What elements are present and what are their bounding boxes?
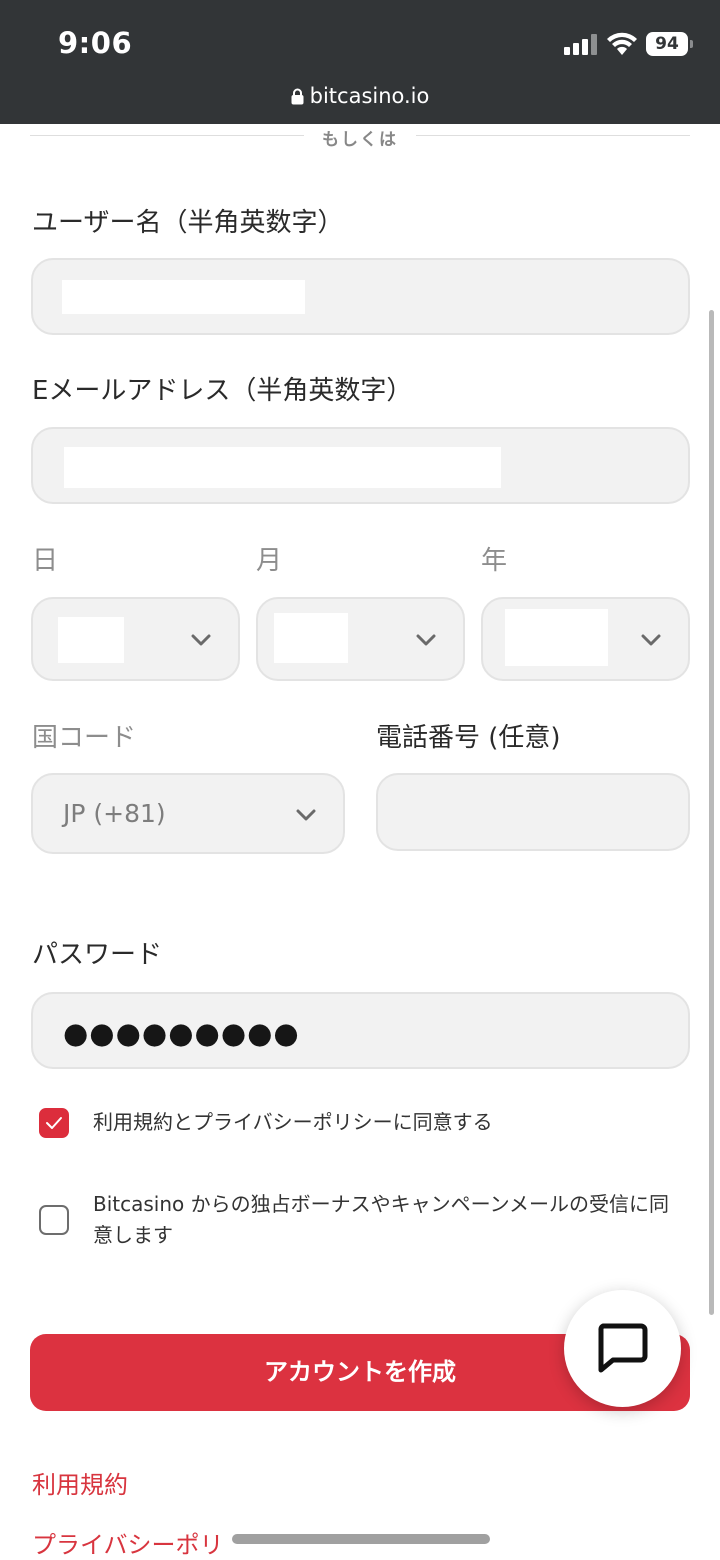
marketing-checkbox-label: Bitcasino からの独占ボーナスやキャンペーンメールの受信に同意します bbox=[93, 1192, 670, 1247]
day-select[interactable] bbox=[31, 597, 240, 681]
terms-checkbox[interactable] bbox=[39, 1108, 69, 1138]
cellular-signal-icon bbox=[564, 33, 598, 55]
lock-icon bbox=[291, 88, 304, 105]
month-label: 月 bbox=[256, 546, 283, 576]
phone-input[interactable] bbox=[376, 773, 690, 851]
chevron-down-icon bbox=[191, 634, 211, 646]
username-label: ユーザー名（半角英数字） bbox=[32, 208, 344, 238]
battery-tip bbox=[690, 40, 693, 48]
password-label: パスワード bbox=[32, 940, 163, 970]
redacted-value bbox=[62, 280, 305, 314]
country-code-label: 国コード bbox=[32, 723, 137, 753]
chevron-down-icon bbox=[296, 809, 316, 821]
year-label: 年 bbox=[481, 546, 508, 576]
redacted-value bbox=[274, 613, 348, 663]
scrollbar[interactable] bbox=[709, 310, 714, 1315]
url-text: bitcasino.io bbox=[309, 84, 430, 108]
or-divider: もしくは bbox=[30, 125, 690, 150]
chat-bubble-icon bbox=[598, 1323, 648, 1373]
redacted-value bbox=[64, 447, 501, 488]
redacted-value bbox=[58, 617, 124, 663]
marketing-checkbox[interactable] bbox=[39, 1205, 69, 1235]
username-input[interactable] bbox=[31, 258, 690, 335]
checkmark-icon bbox=[46, 1117, 62, 1129]
chat-button[interactable] bbox=[564, 1290, 681, 1407]
password-input[interactable]: ●●●●●●●●● bbox=[31, 992, 690, 1069]
year-select[interactable] bbox=[481, 597, 690, 681]
chevron-down-icon bbox=[416, 634, 436, 646]
email-input[interactable] bbox=[31, 427, 690, 504]
email-label: Eメールアドレス（半角英数字） bbox=[32, 376, 413, 406]
battery-indicator: 94 bbox=[646, 32, 688, 56]
password-mask: ●●●●●●●●● bbox=[63, 1016, 300, 1050]
country-code-value: JP (+81) bbox=[63, 799, 166, 828]
address-bar[interactable]: bitcasino.io bbox=[0, 84, 720, 108]
chevron-down-icon bbox=[641, 634, 661, 646]
divider-text: もしくは bbox=[322, 130, 398, 150]
month-select[interactable] bbox=[256, 597, 465, 681]
terms-checkbox-label: 利用規約とプライバシーポリシーに同意する bbox=[93, 1110, 493, 1134]
privacy-link[interactable]: プライバシーポリ bbox=[32, 1525, 224, 1560]
redacted-value bbox=[505, 609, 608, 666]
day-label: 日 bbox=[32, 546, 59, 576]
terms-link[interactable]: 利用規約 bbox=[32, 1465, 128, 1500]
country-code-select[interactable]: JP (+81) bbox=[31, 773, 345, 854]
divider-line-right bbox=[416, 135, 690, 136]
home-indicator bbox=[232, 1534, 490, 1544]
browser-top-bar: 9:06 94 bitcasino.io bbox=[0, 0, 720, 124]
status-time: 9:06 bbox=[58, 26, 133, 60]
phone-label: 電話番号 (任意) bbox=[376, 723, 561, 753]
wifi-icon bbox=[607, 32, 637, 55]
